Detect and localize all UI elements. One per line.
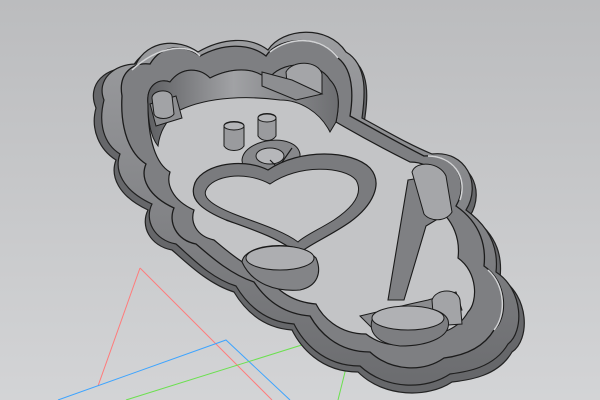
nose xyxy=(255,147,285,165)
cad-3d-viewport[interactable] xyxy=(0,0,600,400)
left-paw-top xyxy=(245,245,315,271)
left-eye-top xyxy=(223,121,245,131)
left-ear-post xyxy=(151,90,175,119)
left-foot-top xyxy=(371,305,445,331)
right-eye-top xyxy=(257,113,277,123)
